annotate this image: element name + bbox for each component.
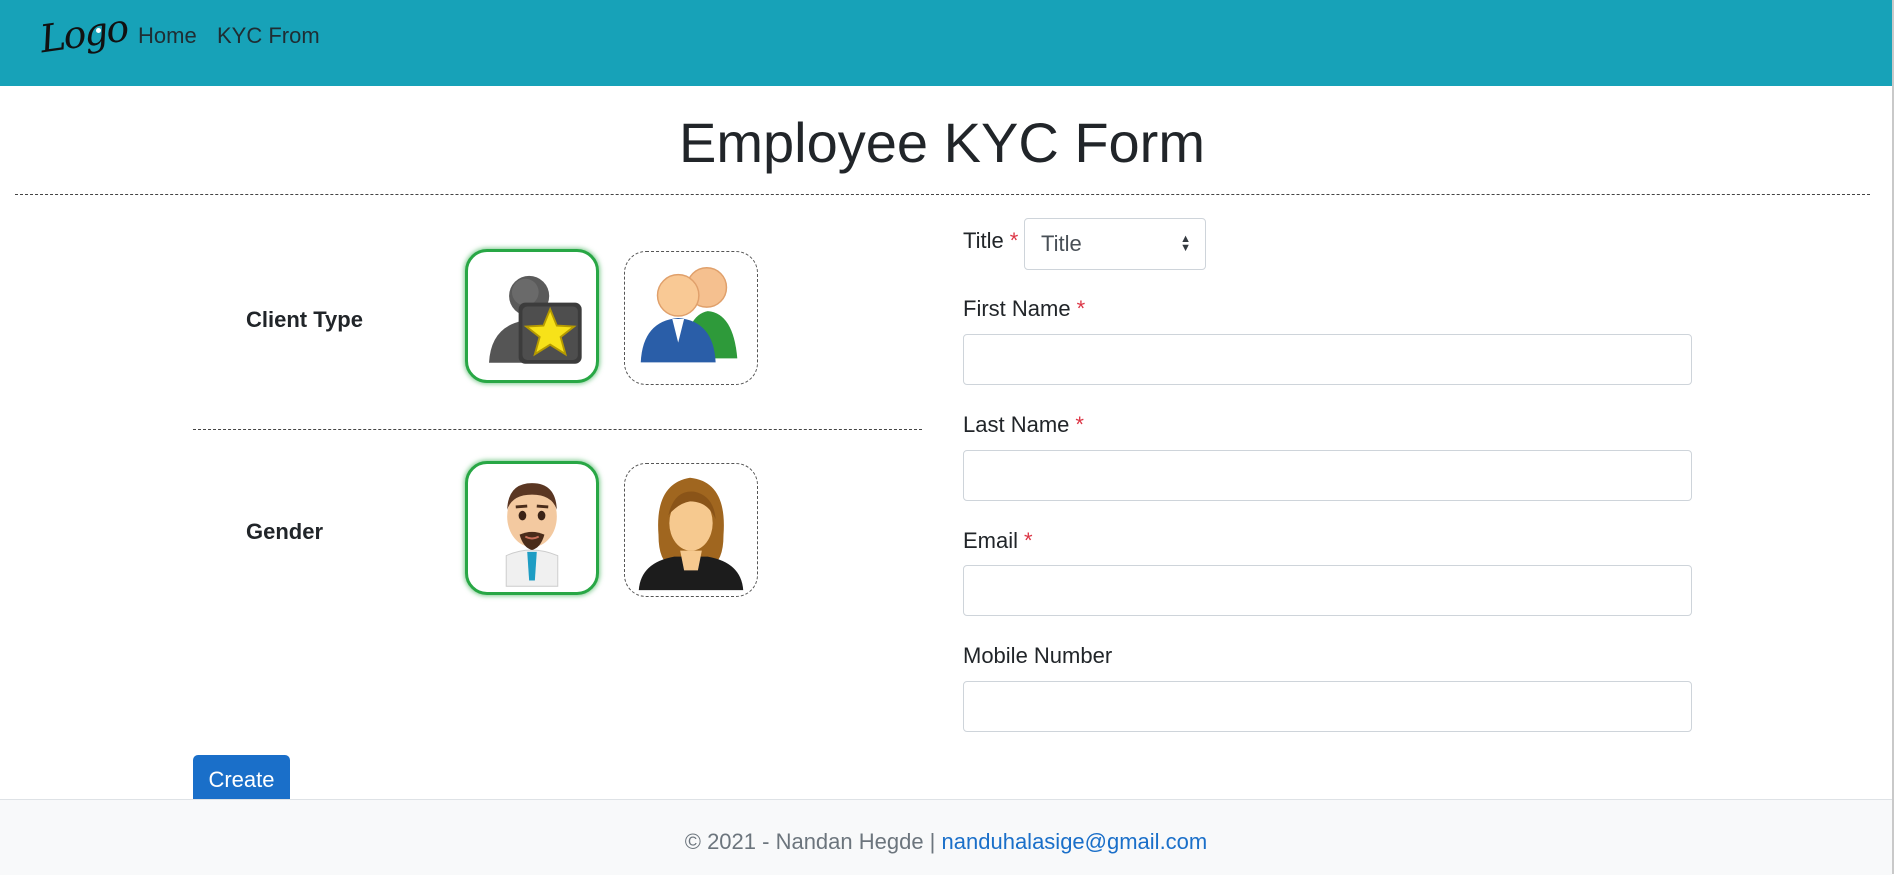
gender-label: Gender xyxy=(246,519,324,544)
male-avatar-icon xyxy=(505,483,559,587)
required-marker: * xyxy=(1024,528,1033,553)
create-button[interactable]: Create xyxy=(193,755,290,805)
group-users-icon xyxy=(640,267,738,363)
nav-link-home[interactable]: Home xyxy=(138,22,197,50)
client-type-vip-option[interactable] xyxy=(465,249,599,383)
logo-dot xyxy=(96,28,101,33)
last-name-label: Last Name * xyxy=(963,412,1084,437)
navbar: Logo Home KYC From xyxy=(0,0,1892,86)
footer: © 2021 - Nandan Hegde | nanduhalasige@gm… xyxy=(0,799,1892,875)
required-marker: * xyxy=(1076,296,1086,321)
section-divider xyxy=(193,429,922,430)
email-input[interactable] xyxy=(963,565,1692,616)
gender-female-option[interactable] xyxy=(624,463,758,597)
nav-link-kyc-form[interactable]: KYC From xyxy=(217,22,320,50)
title-divider xyxy=(15,194,1870,195)
client-type-group-option[interactable] xyxy=(624,251,758,385)
client-type-label: Client Type xyxy=(246,307,363,332)
title-select[interactable]: Title ▲ ▼ xyxy=(1024,218,1206,270)
vip-user-icon xyxy=(489,275,582,364)
logo[interactable]: Logo xyxy=(35,0,130,74)
first-name-input[interactable] xyxy=(963,334,1692,385)
page-title: Employee KYC Form xyxy=(679,111,1205,174)
footer-copyright: © 2021 - Nandan Hegde | xyxy=(684,829,936,854)
mobile-number-label: Mobile Number xyxy=(963,643,1113,668)
mobile-number-input[interactable] xyxy=(963,681,1692,732)
last-name-input[interactable] xyxy=(963,450,1692,501)
first-name-label: First Name * xyxy=(963,296,1086,321)
footer-email-link[interactable]: nanduhalasige@gmail.com xyxy=(942,829,1208,854)
female-avatar-icon xyxy=(638,477,744,591)
required-marker: * xyxy=(1075,412,1084,437)
select-arrows-icon: ▲ ▼ xyxy=(1180,233,1191,254)
title-select-value: Title xyxy=(1041,231,1082,256)
gender-male-option[interactable] xyxy=(465,461,599,595)
email-label: Email * xyxy=(963,528,1033,553)
required-marker: * xyxy=(1009,228,1019,253)
title-label: Title * xyxy=(963,228,1019,253)
